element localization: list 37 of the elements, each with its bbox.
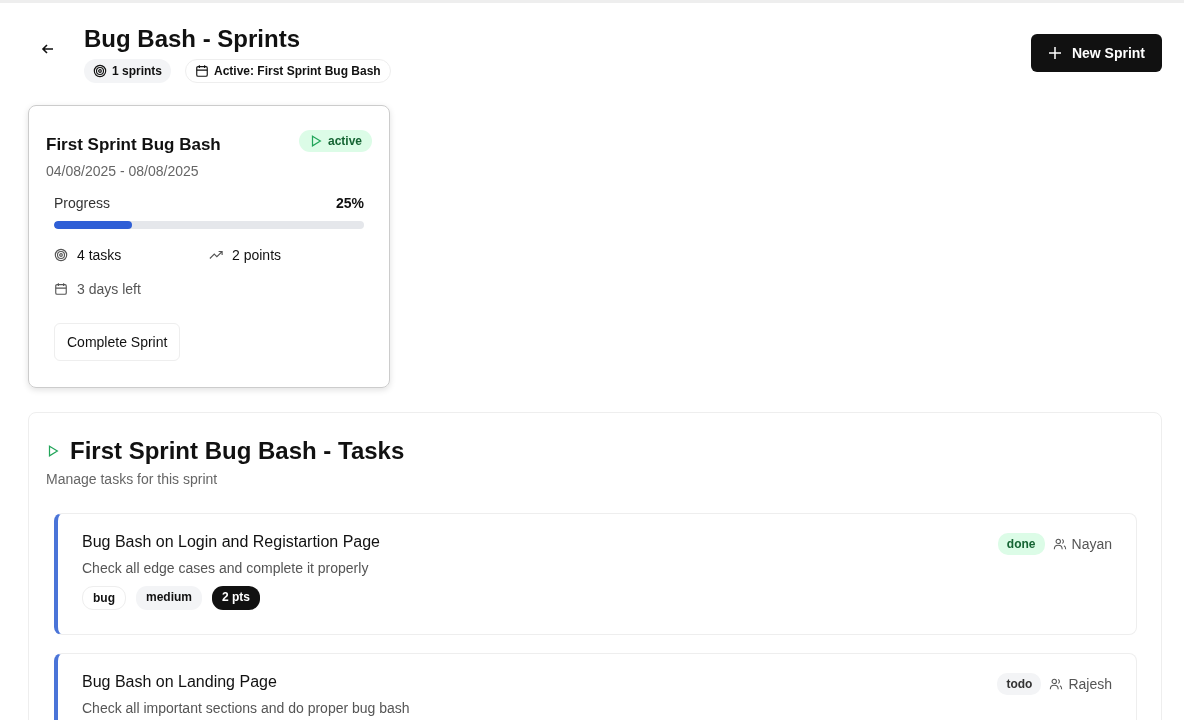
badge-label: 1 sprints xyxy=(112,64,162,78)
task-card[interactable]: Bug Bash on Login and Registartion Page Check all edge cases and complete it properly bug medium 2 pts done Nayan xyxy=(54,513,1137,635)
assignee-name: Rajesh xyxy=(1068,676,1112,692)
users-icon xyxy=(1049,677,1064,691)
task-title: Bug Bash on Landing Page xyxy=(82,673,278,691)
trend-up-icon xyxy=(209,248,223,262)
calendar-icon xyxy=(54,282,68,296)
page-title: Bug Bash - Sprints xyxy=(84,25,301,53)
points-count: 2 points xyxy=(232,247,282,263)
target-icon xyxy=(93,64,107,78)
plus-icon xyxy=(1047,46,1062,60)
play-icon xyxy=(46,444,60,458)
task-title: Bug Bash on Login and Registartion Page xyxy=(82,533,380,551)
panel-subtitle: Manage tasks for this sprint xyxy=(46,471,219,487)
sprint-dates: 04/08/2025 - 08/08/2025 xyxy=(46,163,200,179)
task-status: done xyxy=(997,533,1045,555)
task-count: 4 tasks xyxy=(77,247,122,263)
users-icon xyxy=(1052,537,1067,551)
calendar-icon xyxy=(195,64,209,78)
progress-label: Progress xyxy=(54,195,111,211)
task-description: Check all important sections and do proper bug bash xyxy=(82,700,410,716)
assignee-name: Nayan xyxy=(1071,536,1112,552)
task-tag: 2 pts xyxy=(212,586,261,610)
task-status: todo xyxy=(997,673,1042,695)
sprint-name: First Sprint Bug Bash xyxy=(46,135,221,155)
days-left: 3 days left xyxy=(77,281,141,297)
progress-value: 25% xyxy=(335,195,364,211)
badge-label: Active: First Sprint Bug Bash xyxy=(214,64,381,78)
new-sprint-button[interactable]: New Sprint xyxy=(1030,34,1162,72)
panel-title: First Sprint Bug Bash - Tasks xyxy=(70,437,405,465)
task-tag: medium xyxy=(136,586,202,610)
complete-sprint-button[interactable]: Complete Sprint xyxy=(54,323,181,361)
task-description: Check all edge cases and complete it properly xyxy=(82,560,370,576)
task-tag: bug xyxy=(82,586,126,610)
status-label: active xyxy=(327,134,362,148)
target-icon xyxy=(54,248,68,262)
task-card[interactable]: Bug Bash on Landing Page Check all important sections and do proper bug bash todo Rajesh xyxy=(54,653,1137,720)
